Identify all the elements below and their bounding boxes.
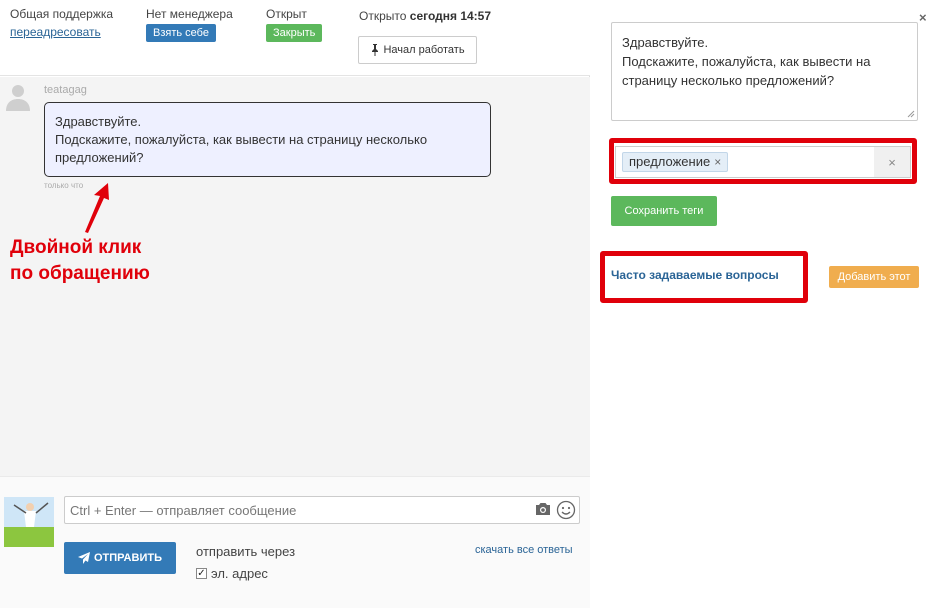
message-bubble[interactable]: Здравствуйте. Подскажите, пожалуйста, ка… [44, 102, 491, 177]
email-channel-checkbox[interactable]: ✓ [196, 568, 207, 579]
question-line: Здравствуйте. [622, 35, 709, 50]
close-ticket-button[interactable]: Закрыть [266, 24, 323, 42]
tag-label: предложение [629, 154, 711, 169]
opened-time: Открыто сегодня 14:57 [359, 9, 491, 23]
tag-remove-icon[interactable]: × [714, 155, 721, 169]
user-avatar-placeholder-icon [6, 85, 30, 111]
opened-timestamp: сегодня 14:57 [409, 9, 492, 23]
support-group-label: Общая поддержка [10, 7, 114, 21]
start-work-button[interactable]: Начал работать [358, 36, 477, 64]
camera-icon[interactable] [535, 502, 551, 516]
status-label: Открыт [266, 7, 307, 21]
message-time: только что [44, 181, 84, 190]
annotation-line: по обращению [10, 263, 150, 284]
annotation-line: Двойной клик [10, 237, 142, 258]
pin-icon [372, 44, 379, 56]
conversation-pane: Общая поддержка переадресовать Нет менед… [0, 0, 590, 608]
save-tags-button[interactable]: Сохранить теги [611, 196, 717, 226]
take-ticket-button[interactable]: Взять себе [146, 24, 216, 42]
ticket-header: Общая поддержка переадресовать Нет менед… [0, 0, 590, 76]
download-replies-link[interactable]: скачать все ответы [475, 544, 573, 556]
add-this-button[interactable]: Добавить этот [829, 266, 919, 288]
message-thread: teatagag Здравствуйте. Подскажите, пожал… [0, 77, 590, 476]
send-via-label: отправить через [196, 544, 296, 559]
status-group: Открыт Закрыть [266, 7, 323, 42]
send-button-label: ОТПРАВИТЬ [94, 552, 162, 564]
reassign-link[interactable]: переадресовать [10, 25, 101, 39]
annotation-text: Двойной клик по обращению [10, 235, 150, 287]
manager-group: Нет менеджера Взять себе [146, 7, 233, 42]
message-input[interactable] [65, 497, 525, 523]
email-channel-label: эл. адрес [211, 566, 268, 581]
clear-tags-icon[interactable]: × [874, 147, 910, 177]
message-author: teatagag [44, 84, 87, 96]
message-line: предложений? [55, 150, 144, 165]
ticket-sidebar: × Здравствуйте. Подскажите, пожалуйста, … [591, 0, 935, 608]
opened-prefix: Открыто [359, 9, 407, 23]
close-icon[interactable]: × [919, 10, 927, 25]
message-input-field[interactable] [64, 496, 580, 524]
tag-chip[interactable]: предложение × [622, 152, 729, 172]
question-textarea[interactable]: Здравствуйте. Подскажите, пожалуйста, ка… [611, 22, 918, 121]
annotation-arrow-icon [85, 183, 109, 233]
composer: ОТПРАВИТЬ отправить через скачать все от… [0, 476, 590, 608]
support-group: Общая поддержка переадресовать [10, 7, 113, 39]
question-line: Подскажите, пожалуйста, как вывести на [622, 54, 871, 69]
manager-label: Нет менеджера [146, 7, 233, 21]
email-channel-option[interactable]: ✓ эл. адрес [196, 566, 268, 581]
paper-plane-icon [78, 552, 90, 564]
tags-input[interactable]: предложение × × [615, 146, 911, 178]
message-line: Здравствуйте. [55, 114, 142, 129]
send-button[interactable]: ОТПРАВИТЬ [64, 542, 176, 574]
start-work-label: Начал работать [383, 44, 465, 56]
agent-avatar [4, 497, 54, 547]
resize-handle-icon[interactable] [907, 110, 915, 118]
emoji-icon[interactable] [556, 500, 576, 520]
faq-link[interactable]: Часто задаваемые вопросы [611, 268, 779, 282]
question-line: страницу несколько предложений? [622, 73, 835, 88]
message-line: Подскажите, пожалуйста, как вывести на с… [55, 132, 428, 147]
